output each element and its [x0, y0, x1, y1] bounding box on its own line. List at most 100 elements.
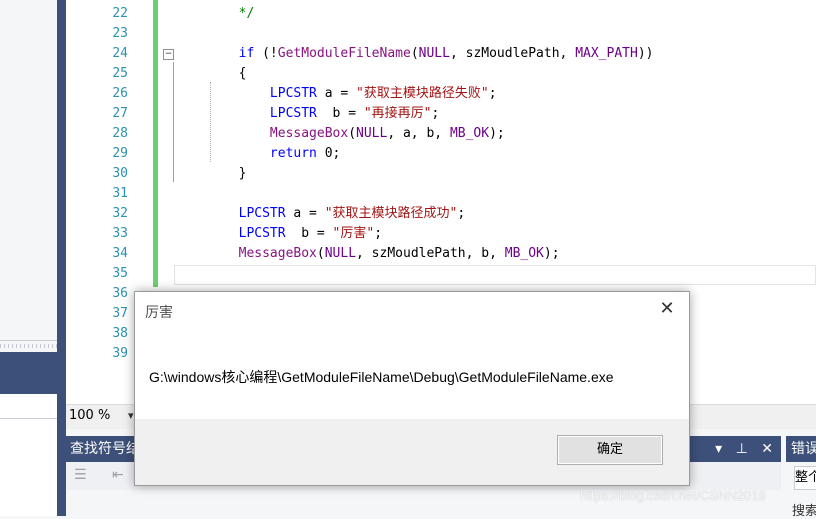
panel-menu-icon[interactable]: ▾ — [715, 441, 722, 457]
line-number: 31 — [112, 186, 128, 201]
pane-body — [0, 419, 57, 516]
code-token: ( — [348, 126, 357, 141]
code-token: */ — [176, 6, 255, 21]
code-token: ; — [488, 86, 497, 101]
code-token: ); — [543, 246, 560, 261]
code-token: a = — [285, 206, 325, 221]
code-line[interactable]: LPCSTR a = "获取主模块路径失败"; — [176, 84, 497, 104]
splitter-grip[interactable] — [0, 344, 57, 348]
code-token: return — [176, 146, 317, 161]
code-token: MessageBox — [176, 246, 317, 261]
code-token: a = — [316, 86, 357, 101]
code-token: LPCSTR — [176, 106, 317, 121]
dialog-title: 厉害 — [145, 305, 173, 321]
dialog-message: G:\windows核心编程\GetModuleFileName\Debug\G… — [149, 369, 614, 385]
code-token: MessageBox — [176, 126, 349, 141]
error-list-title: 错误列表 — [786, 436, 816, 462]
error-search-input[interactable]: 搜索 — [792, 500, 816, 519]
pin-icon[interactable]: ⊥ — [736, 441, 748, 457]
code-token: ; — [374, 226, 383, 241]
code-token: NULL — [418, 46, 450, 61]
code-token: LPCSTR — [176, 86, 317, 101]
navigate-back-icon[interactable]: ⇤ — [112, 467, 124, 483]
window-frame — [57, 0, 66, 516]
code-token: b = — [316, 106, 364, 121]
watermark: https://blog.csdn.net/CSNN2019 — [580, 488, 766, 503]
code-token: "获取主模块路径成功" — [324, 206, 458, 221]
divider — [0, 340, 57, 341]
code-line[interactable]: */ — [176, 4, 255, 24]
current-line-highlight — [174, 265, 816, 285]
error-list-panel: 错误列表 整个解决方案 搜索 — [786, 436, 816, 519]
code-line[interactable]: LPCSTR a = "获取主模块路径成功"; — [176, 204, 466, 224]
line-number: 24 — [112, 46, 128, 61]
code-token: (! — [254, 46, 278, 61]
code-token: if — [176, 46, 255, 61]
pane-header — [0, 352, 57, 394]
line-number: 29 — [112, 146, 128, 161]
line-number: 23 — [112, 26, 128, 41]
line-number: 26 — [112, 86, 128, 101]
line-number: 37 — [112, 306, 128, 321]
code-token: )) — [637, 46, 654, 61]
code-line[interactable]: MessageBox(NULL, a, b, MB_OK); — [176, 124, 505, 144]
code-token: NULL — [324, 246, 357, 261]
code-token: "再接再厉" — [363, 106, 432, 121]
code-line[interactable]: } — [176, 164, 247, 184]
code-token: LPCSTR — [176, 206, 286, 221]
dialog-footer: 确定 — [135, 419, 689, 485]
code-line[interactable]: { — [176, 64, 247, 84]
solution-explorer-pane — [0, 0, 57, 516]
close-icon[interactable]: ✕ — [761, 441, 773, 457]
code-token: LPCSTR — [176, 226, 286, 241]
zoom-level[interactable]: 100 % — [69, 408, 110, 423]
line-number: 38 — [112, 326, 128, 341]
zoom-dropdown-icon[interactable]: ▾ — [128, 409, 134, 422]
code-token: , szMoudlePath, — [449, 46, 576, 61]
change-tracking-bar — [153, 0, 158, 287]
line-number: 28 — [112, 126, 128, 141]
code-token: MAX_PATH — [575, 46, 638, 61]
line-number: 36 — [112, 286, 128, 301]
code-token: } — [176, 166, 247, 181]
collapse-outline-icon[interactable]: − — [163, 49, 174, 60]
pane-tab[interactable] — [0, 394, 57, 419]
code-token: MB_OK — [449, 126, 490, 141]
code-token: b = — [285, 226, 333, 241]
code-token: 0; — [316, 146, 341, 161]
code-token: , szMoudlePath, b, — [356, 246, 505, 261]
close-icon[interactable]: ✕ — [655, 298, 679, 319]
outline-line — [173, 62, 174, 182]
code-line[interactable]: LPCSTR b = "厉害"; — [176, 224, 382, 244]
code-line[interactable]: MessageBox(NULL, szMoudlePath, b, MB_OK)… — [176, 244, 560, 264]
line-number-gutter: 22 23 24 25 26 27 28 29 30 31 32 33 34 35 36 37 38 39 — [66, 0, 136, 404]
code-line[interactable]: LPCSTR b = "再接再厉"; — [176, 104, 439, 124]
code-line[interactable]: if (!GetModuleFileName(NULL, szMoudlePat… — [176, 44, 654, 64]
code-token: ( — [316, 246, 325, 261]
message-box-dialog: 厉害 ✕ G:\windows核心编程\GetModuleFileName\De… — [134, 291, 690, 486]
code-line[interactable]: return 0; — [176, 144, 340, 164]
ok-button[interactable]: 确定 — [557, 435, 663, 465]
line-number: 25 — [112, 66, 128, 81]
code-token: MB_OK — [504, 246, 544, 261]
code-token: , a, b, — [387, 126, 450, 141]
code-token: ); — [489, 126, 505, 141]
line-number: 34 — [112, 246, 128, 261]
code-token: ; — [431, 106, 440, 121]
code-token: ; — [457, 206, 466, 221]
line-number: 27 — [112, 106, 128, 121]
code-token: GetModuleFileName — [277, 46, 411, 61]
code-token: "获取主模块路径失败" — [356, 86, 489, 101]
line-number: 22 — [112, 6, 128, 21]
error-filter-select[interactable]: 整个解决方案 — [794, 466, 816, 490]
code-token: "厉害" — [332, 226, 375, 241]
code-token: NULL — [356, 126, 388, 141]
line-number: 30 — [112, 166, 128, 181]
line-number: 33 — [112, 226, 128, 241]
line-number: 39 — [112, 346, 128, 361]
line-number: 32 — [112, 206, 128, 221]
list-icon[interactable]: ☰ — [74, 467, 87, 483]
code-token: ( — [410, 46, 419, 61]
code-token: { — [176, 66, 247, 81]
line-number: 35 — [112, 266, 128, 281]
